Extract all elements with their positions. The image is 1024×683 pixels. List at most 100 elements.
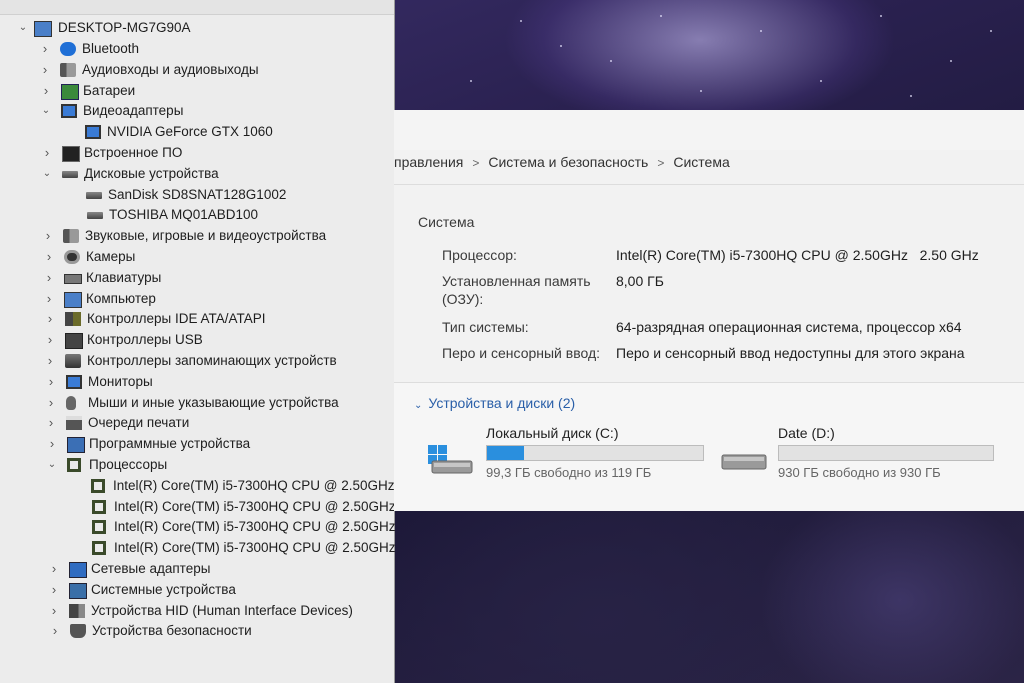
tree-item-label: Intel(R) Core(TM) i5-7300HQ CPU @ 2.50GH… (114, 519, 396, 534)
tree-item-label: Мониторы (88, 374, 153, 389)
tree-item-label: Контроллеры IDE ATA/ATAPI (87, 311, 266, 326)
processor-icon (92, 520, 106, 534)
processor-icon (92, 500, 106, 514)
computer-icon (64, 292, 82, 308)
processor-icon (67, 458, 81, 472)
tree-item-label: Очереди печати (88, 415, 190, 430)
tree-item-label: NVIDIA GeForce GTX 1060 (107, 124, 273, 139)
chevron-right-icon[interactable]: › (50, 621, 60, 641)
chevron-right-icon[interactable]: › (49, 580, 59, 600)
memory-label: Установленная память (ОЗУ): (442, 273, 591, 307)
tree-item-label: Программные устройства (89, 436, 251, 451)
chevron-down-icon[interactable]: ⌄ (42, 164, 52, 184)
processor-icon (91, 479, 105, 493)
devices-and-drives-header[interactable]: ⌄ Устройства и диски (2) (414, 395, 575, 411)
tree-item-label: Встроенное ПО (84, 145, 183, 160)
chevron-down-icon[interactable]: ⌄ (41, 101, 51, 121)
star-decoration (880, 15, 882, 17)
breadcrumb-item-control-panel[interactable]: правления (394, 154, 463, 170)
tree-item-label: Системные устройства (91, 582, 236, 597)
chevron-right-icon[interactable]: › (49, 601, 59, 621)
disk-d[interactable]: Date (D:) 930 ГБ свободно из 930 ГБ (720, 425, 1000, 495)
chevron-down-icon: ⌄ (414, 400, 423, 411)
bluetooth-icon (60, 42, 76, 56)
drive-icon (721, 454, 767, 470)
tree-item-label: Контроллеры USB (87, 332, 203, 347)
disk-d-free-space: 930 ГБ свободно из 930 ГБ (778, 465, 941, 480)
device-manager-window: ⌄ DESKTOP-MG7G90A › Bluetooth › Аудиовходы … (0, 0, 396, 683)
star-decoration (910, 95, 912, 97)
breadcrumb: правления > Система и безопасность > Система (394, 154, 730, 176)
chevron-right-icon[interactable]: › (42, 143, 52, 163)
chevron-right-icon[interactable]: › (46, 393, 56, 413)
chevron-right-icon[interactable]: › (46, 413, 56, 433)
software-device-icon (67, 437, 85, 453)
keyboard-icon (64, 274, 82, 284)
device-manager-toolbar (0, 0, 394, 15)
chevron-right-icon[interactable]: › (45, 351, 55, 371)
chevron-right-icon[interactable]: › (49, 559, 59, 579)
network-adapter-icon (69, 562, 87, 578)
tree-item-label: Мыши и иные указывающие устройства (88, 395, 339, 410)
devices-and-drives-title: Устройства и диски (2) (428, 395, 576, 411)
tree-item-label: Камеры (86, 249, 136, 264)
breadcrumb-item-security[interactable]: Система и безопасность (488, 154, 648, 170)
star-decoration (660, 15, 662, 17)
processor-value: Intel(R) Core(TM) i5-7300HQ CPU @ 2.50GH… (616, 247, 979, 263)
tree-root-label: DESKTOP-MG7G90A (58, 20, 191, 35)
mouse-icon (66, 396, 76, 410)
system-group-title: Система (418, 214, 475, 230)
tree-item-label: Видеоадаптеры (83, 103, 184, 118)
pen-touch-label: Перо и сенсорный ввод: (442, 345, 601, 361)
breadcrumb-separator-icon: > (472, 156, 480, 170)
disk-d-usage-bar (778, 445, 994, 461)
disk-drive-icon (62, 171, 78, 178)
breadcrumb-item-system[interactable]: Система (673, 154, 729, 170)
tree-item-label: Intel(R) Core(TM) i5-7300HQ CPU @ 2.50GH… (114, 540, 396, 555)
chevron-down-icon[interactable]: ⌄ (47, 455, 57, 475)
devices-and-drives-section: ⌄ Устройства и диски (2) Локальный диск (… (394, 382, 1024, 511)
system-control-panel: правления > Система и безопасность > Система… (394, 110, 1024, 511)
tree-item-label: Intel(R) Core(TM) i5-7300HQ CPU @ 2.50GH… (113, 478, 395, 493)
usb-icon (65, 333, 83, 349)
tree-item-label: Устройства HID (Human Interface Devices) (91, 603, 353, 618)
speaker-icon (63, 229, 79, 243)
printer-icon (66, 416, 82, 430)
star-decoration (820, 80, 822, 82)
storage-controller-icon (65, 354, 81, 368)
chevron-right-icon[interactable]: › (43, 226, 53, 246)
tree-item-label: Компьютер (86, 291, 156, 306)
processor-icon (92, 541, 106, 555)
tree-item-label: Intel(R) Core(TM) i5-7300HQ CPU @ 2.50GH… (114, 499, 396, 514)
tree-item-label: Процессоры (89, 457, 168, 472)
chevron-right-icon[interactable]: › (44, 268, 54, 288)
chevron-right-icon[interactable]: › (45, 309, 55, 329)
disk-drive-icon (87, 212, 103, 219)
ide-controller-icon (65, 312, 81, 326)
breadcrumb-separator-icon: > (657, 156, 665, 170)
chevron-right-icon[interactable]: › (40, 39, 50, 59)
chevron-right-icon[interactable]: › (45, 330, 55, 350)
chevron-right-icon[interactable]: › (47, 434, 57, 454)
star-decoration (760, 30, 762, 32)
disk-c-name: Локальный диск (C:) (486, 425, 619, 441)
star-decoration (950, 60, 952, 62)
chevron-right-icon[interactable]: › (44, 247, 54, 267)
chevron-right-icon[interactable]: › (44, 289, 54, 309)
firmware-icon (62, 146, 80, 162)
display-adapter-icon (61, 104, 77, 118)
control-panel-titlebar (394, 110, 1024, 150)
system-device-icon (69, 583, 87, 599)
star-decoration (560, 45, 562, 47)
tree-item-label: Bluetooth (82, 41, 140, 56)
chevron-right-icon[interactable]: › (41, 81, 51, 101)
speaker-icon (60, 63, 76, 77)
tree-item-label: TOSHIBA MQ01ABD100 (109, 207, 259, 222)
star-decoration (700, 90, 702, 92)
chevron-right-icon[interactable]: › (40, 60, 50, 80)
windows-drive-icon (428, 445, 473, 474)
chevron-right-icon[interactable]: › (46, 372, 56, 392)
tree-item-label: Дисковые устройства (84, 166, 219, 181)
disk-c[interactable]: Локальный диск (C:) 99,3 ГБ свободно из … (428, 425, 708, 495)
collapse-chevron-icon[interactable]: ⌄ (18, 18, 28, 38)
